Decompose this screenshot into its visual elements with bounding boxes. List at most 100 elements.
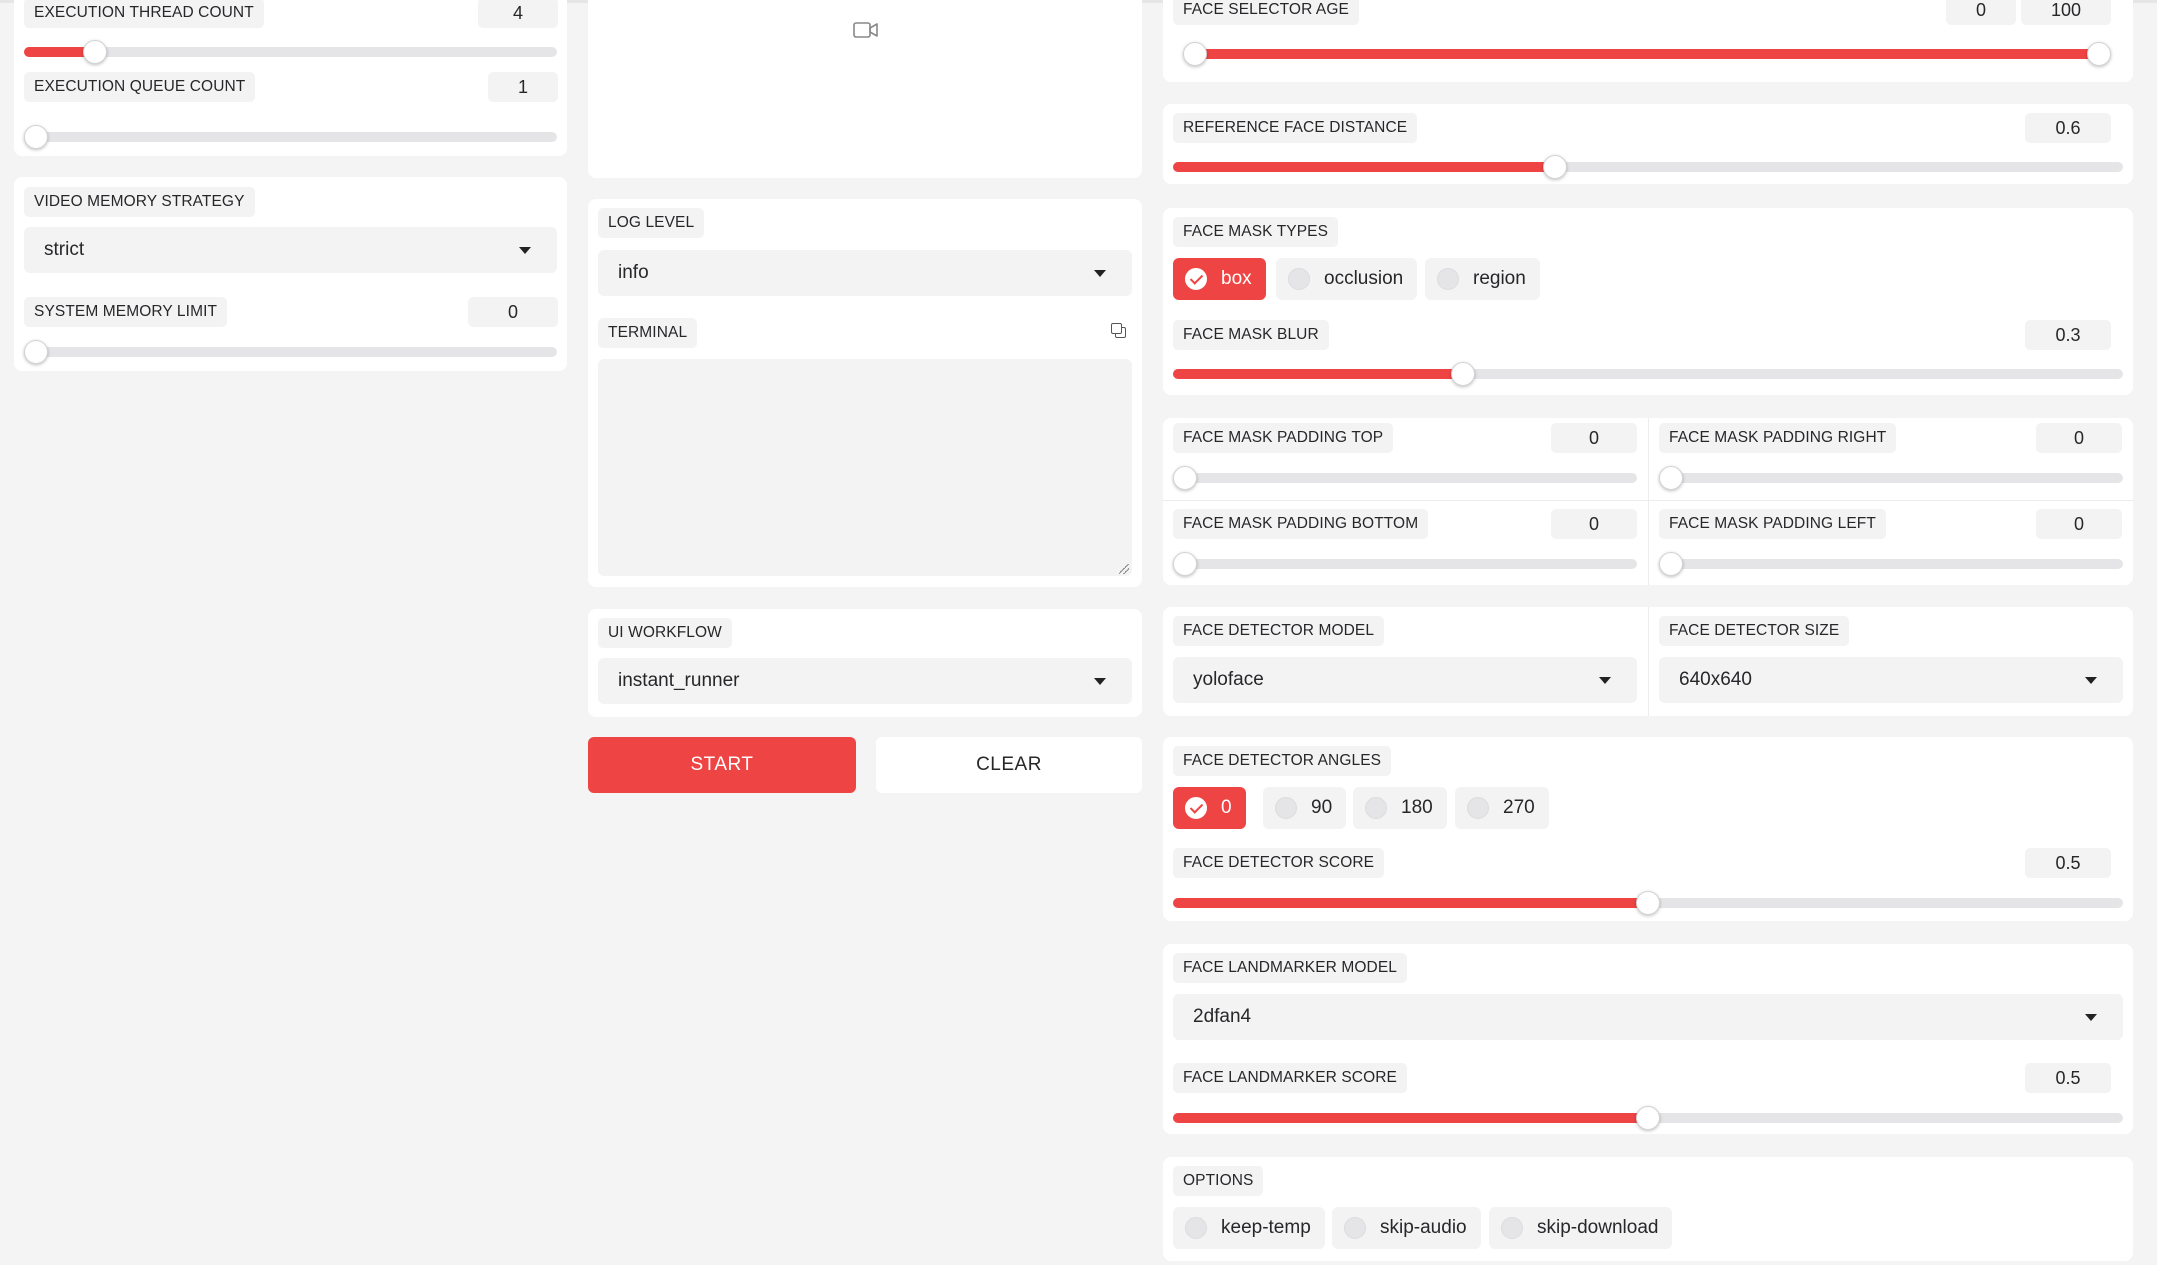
checkbox[interactable] — [1185, 268, 1207, 290]
face-detector-model-label: FACE DETECTOR MODEL — [1173, 616, 1385, 646]
face-mask-padding-right-input[interactable]: 0 — [2036, 423, 2122, 453]
checkbox[interactable] — [1185, 1217, 1207, 1239]
face-detector-score-slider[interactable] — [1173, 891, 2123, 915]
face-mask-padding-bottom-input[interactable]: 0 — [1551, 509, 1637, 539]
option-keep-temp[interactable]: keep-temp — [1173, 1207, 1325, 1249]
preview-panel — [588, 0, 1142, 178]
ui-workflow-panel: UI WORKFLOW instant_runner — [588, 609, 1142, 717]
face-detector-score-input[interactable]: 0.5 — [2025, 848, 2111, 878]
slider-thumb[interactable] — [24, 340, 48, 364]
checkbox[interactable] — [1185, 797, 1207, 819]
execution-panel: EXECUTION THREAD COUNT 4 EXECUTION QUEUE… — [14, 0, 567, 156]
face-mask-type-box[interactable]: box — [1173, 258, 1266, 300]
execution-thread-count-input[interactable]: 4 — [478, 0, 558, 28]
face-detector-model-value: yoloface — [1193, 669, 1264, 690]
face-detector-angles-panel: FACE DETECTOR ANGLES 0 90 180 270 FACE D… — [1163, 737, 2133, 921]
face-mask-padding-right-label: FACE MASK PADDING RIGHT — [1659, 423, 1897, 453]
face-mask-padding-top-slider[interactable] — [1173, 466, 1637, 490]
slider-thumb[interactable] — [1636, 891, 1660, 915]
face-detector-angle-90[interactable]: 90 — [1263, 787, 1347, 829]
start-button[interactable]: START — [588, 737, 856, 793]
slider-thumb[interactable] — [1173, 466, 1197, 490]
execution-queue-count-slider[interactable] — [24, 125, 557, 149]
slider-thumb[interactable] — [83, 40, 107, 64]
face-mask-padding-left-input[interactable]: 0 — [2036, 509, 2122, 539]
face-mask-type-region[interactable]: region — [1425, 258, 1540, 300]
face-mask-padding-bottom-slider[interactable] — [1173, 552, 1637, 576]
face-mask-blur-slider[interactable] — [1173, 362, 2123, 386]
face-selector-age-min-input[interactable]: 0 — [1946, 0, 2016, 25]
terminal-label: TERMINAL — [598, 318, 698, 348]
slider-thumb[interactable] — [24, 125, 48, 149]
system-memory-limit-slider[interactable] — [24, 340, 557, 364]
memory-panel: VIDEO MEMORY STRATEGY strict SYSTEM MEMO… — [14, 177, 567, 371]
face-mask-blur-input[interactable]: 0.3 — [2025, 320, 2111, 350]
execution-thread-count-slider[interactable] — [24, 40, 557, 64]
slider-thumb[interactable] — [1451, 362, 1475, 386]
reference-face-distance-label: REFERENCE FACE DISTANCE — [1173, 113, 1418, 143]
reference-face-distance-input[interactable]: 0.6 — [2025, 113, 2111, 143]
face-mask-padding-right-slider[interactable] — [1659, 466, 2123, 490]
slider-thumb[interactable] — [1659, 466, 1683, 490]
face-landmarker-model-label: FACE LANDMARKER MODEL — [1173, 953, 1407, 983]
slider-thumb[interactable] — [1173, 552, 1197, 576]
face-landmarker-score-slider[interactable] — [1173, 1106, 2123, 1130]
face-landmarker-panel: FACE LANDMARKER MODEL 2dfan4 FACE LANDMA… — [1163, 944, 2133, 1134]
face-mask-padding-left-slider[interactable] — [1659, 552, 2123, 576]
checkbox[interactable] — [1365, 797, 1387, 819]
chevron-down-icon — [1094, 270, 1106, 277]
face-mask-type-occlusion[interactable]: occlusion — [1276, 258, 1418, 300]
video-camera-icon — [853, 22, 878, 38]
face-detector-size-label: FACE DETECTOR SIZE — [1659, 616, 1850, 646]
video-memory-strategy-dropdown[interactable]: strict — [24, 227, 557, 273]
checkbox[interactable] — [1275, 797, 1297, 819]
face-detector-score-label: FACE DETECTOR SCORE — [1173, 848, 1385, 878]
face-detector-size-value: 640x640 — [1679, 669, 1752, 690]
chevron-down-icon — [1094, 678, 1106, 685]
slider-thumb-max[interactable] — [2087, 42, 2111, 66]
face-detector-size-dropdown[interactable]: 640x640 — [1659, 657, 2123, 703]
checkbox[interactable] — [1288, 268, 1310, 290]
slider-thumb[interactable] — [1636, 1106, 1660, 1130]
reference-face-distance-slider[interactable] — [1173, 155, 2123, 179]
option-skip-download[interactable]: skip-download — [1489, 1207, 1673, 1249]
log-level-dropdown[interactable]: info — [598, 250, 1132, 296]
face-selector-age-max-input[interactable]: 100 — [2021, 0, 2111, 25]
ui-workflow-value: instant_runner — [618, 670, 740, 691]
face-landmarker-model-dropdown[interactable]: 2dfan4 — [1173, 994, 2123, 1040]
checkbox[interactable] — [1437, 268, 1459, 290]
slider-thumb-min[interactable] — [1183, 42, 1207, 66]
checkbox[interactable] — [1467, 797, 1489, 819]
face-selector-age-slider[interactable] — [1183, 42, 2111, 66]
face-landmarker-score-label: FACE LANDMARKER SCORE — [1173, 1063, 1407, 1093]
face-mask-blur-label: FACE MASK BLUR — [1173, 320, 1329, 350]
face-detector-angle-180[interactable]: 180 — [1353, 787, 1447, 829]
checkbox[interactable] — [1501, 1217, 1523, 1239]
copy-icon[interactable] — [1111, 323, 1127, 339]
ui-workflow-dropdown[interactable]: instant_runner — [598, 658, 1132, 704]
face-detector-angles-label: FACE DETECTOR ANGLES — [1173, 746, 1392, 776]
ui-workflow-label: UI WORKFLOW — [598, 618, 732, 648]
face-selector-age-panel: FACE SELECTOR AGE 0 100 — [1163, 0, 2133, 82]
terminal-output[interactable] — [598, 359, 1132, 576]
column-divider — [1648, 607, 1649, 716]
clear-button[interactable]: CLEAR — [876, 737, 1142, 793]
column-divider — [1648, 418, 1649, 585]
system-memory-limit-label: SYSTEM MEMORY LIMIT — [24, 297, 228, 327]
chevron-down-icon — [2085, 1014, 2097, 1021]
system-memory-limit-input[interactable]: 0 — [468, 297, 558, 327]
slider-thumb[interactable] — [1659, 552, 1683, 576]
face-detector-model-dropdown[interactable]: yoloface — [1173, 657, 1637, 703]
slider-thumb[interactable] — [1543, 155, 1567, 179]
resize-handle-icon[interactable] — [1119, 564, 1129, 574]
face-detector-angle-270[interactable]: 270 — [1455, 787, 1549, 829]
checkbox[interactable] — [1344, 1217, 1366, 1239]
face-landmarker-score-input[interactable]: 0.5 — [2025, 1063, 2111, 1093]
face-mask-padding-top-input[interactable]: 0 — [1551, 423, 1637, 453]
face-selector-age-label: FACE SELECTOR AGE — [1173, 0, 1359, 25]
option-skip-audio[interactable]: skip-audio — [1332, 1207, 1481, 1249]
reference-face-distance-panel: REFERENCE FACE DISTANCE 0.6 — [1163, 104, 2133, 184]
execution-queue-count-input[interactable]: 1 — [488, 72, 558, 102]
face-detector-angle-0[interactable]: 0 — [1173, 787, 1246, 829]
execution-thread-count-label: EXECUTION THREAD COUNT — [24, 0, 264, 28]
